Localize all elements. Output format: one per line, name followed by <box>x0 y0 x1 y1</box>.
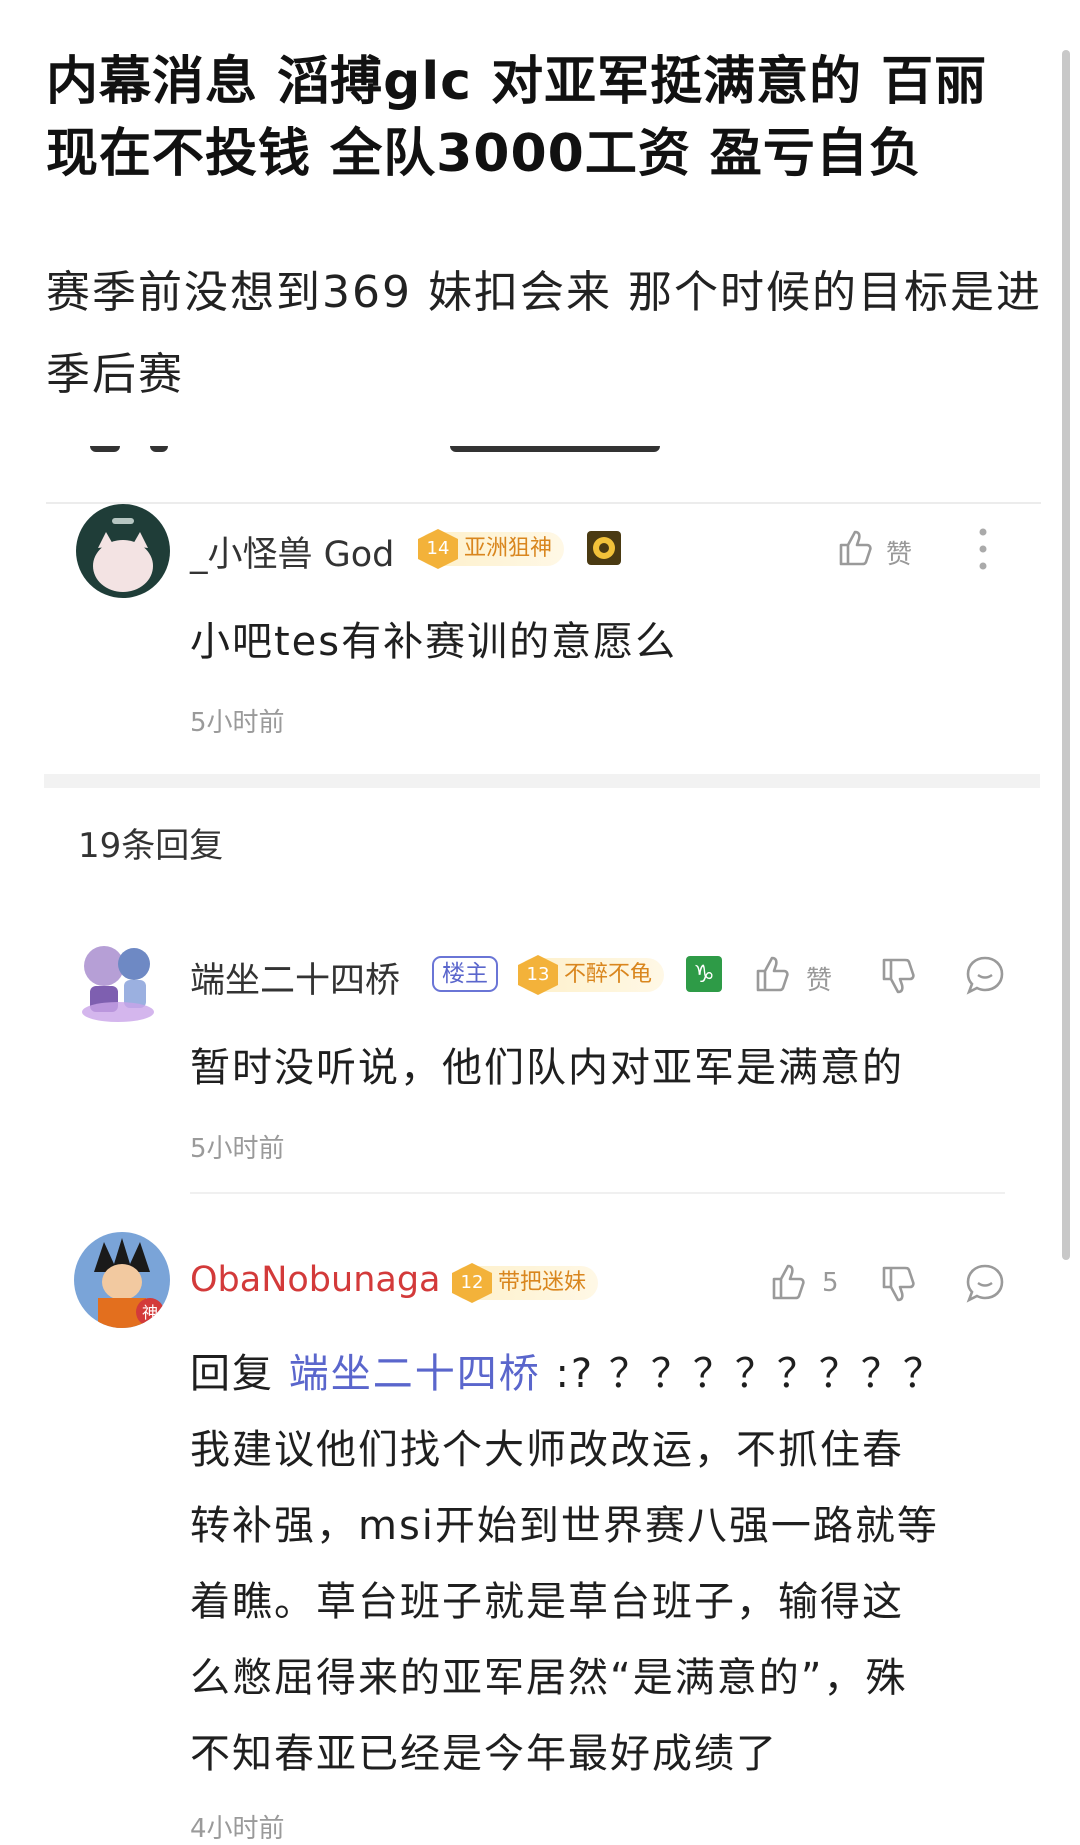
level-number: 13 <box>518 955 558 995</box>
badge-title: 亚洲狙神 <box>464 536 553 561</box>
post-body: 赛季前没想到369 妹扣会来 那个时候的目标是进季后赛 <box>46 267 1042 400</box>
reply-prefix: 回复 <box>190 1351 274 1397</box>
comment-text: 回复 端坐二十四桥 :? ？？？？？？？？ 我建议他们找个大师改改运，不抓住春 … <box>190 1336 1030 1792</box>
timestamp: 4小时前 <box>190 1814 285 1844</box>
medal-icon <box>587 531 621 565</box>
level-badge: 12 带把迷妹 <box>452 1263 599 1303</box>
level-number: 14 <box>418 529 458 569</box>
timestamp: 5小时前 <box>190 1134 285 1164</box>
comment-line: 着瞧。草台班子就是草台班子，输得这 <box>190 1579 904 1625</box>
badge-title: 不醉不龟 <box>564 962 653 987</box>
reply-count: 19条回复 <box>78 826 224 866</box>
avatar[interactable] <box>70 930 166 1026</box>
username[interactable]: 端坐二十四桥 <box>190 952 400 1003</box>
badge-title: 带把迷妹 <box>498 1270 587 1295</box>
avatar[interactable] <box>76 504 170 598</box>
divider <box>46 502 1041 504</box>
comment-text: 小吧tes有补赛训的意愿么 <box>190 619 678 665</box>
username[interactable]: _小怪兽 God <box>190 526 394 577</box>
dislike-icon[interactable] <box>878 1264 918 1304</box>
level-badge: 13 不醉不龟 <box>518 955 665 995</box>
dislike-icon[interactable] <box>878 956 918 996</box>
owner-tag: 楼主 <box>432 956 498 992</box>
more-options-icon[interactable] <box>975 526 991 572</box>
like-label[interactable]: 赞 <box>806 960 832 997</box>
comment-line: 我建议他们找个大师改改运，不抓住春 <box>190 1427 904 1473</box>
reply-rest: :? ？？？？？？？？ <box>555 1351 945 1397</box>
timestamp: 5小时前 <box>190 708 285 738</box>
like-count[interactable]: 5 <box>822 1268 839 1298</box>
comment-text: 暂时没听说，他们队内对亚军是满意的 <box>190 1045 904 1091</box>
section-divider <box>44 774 1040 788</box>
comment-line: 不知春亚已经是今年最好成绩了 <box>190 1731 778 1777</box>
reply-first-line: 回复 端坐二十四桥 :? ？？？？？？？？ <box>190 1336 1030 1412</box>
comment-icon[interactable] <box>964 954 1006 996</box>
level-badge: 14 亚洲狙神 <box>418 529 565 569</box>
avatar[interactable]: 神 <box>74 1232 170 1328</box>
cropped-text-fragment <box>90 446 660 464</box>
username[interactable]: ObaNobunaga <box>190 1260 441 1300</box>
post-title: 内幕消息 滔搏glc 对亚军挺满意的 百丽现在不投钱 全队3000工资 盈亏自负 <box>46 52 988 184</box>
like-icon[interactable] <box>752 954 792 994</box>
scrollbar[interactable] <box>1062 50 1070 1260</box>
like-icon[interactable] <box>768 1262 808 1302</box>
svg-text:神: 神 <box>142 1303 158 1322</box>
comment-line: 转补强，msi开始到世界赛八强一路就等 <box>190 1503 939 1549</box>
mention-link[interactable]: 端坐二十四桥 <box>289 1351 541 1397</box>
level-number: 12 <box>452 1263 492 1303</box>
like-icon[interactable] <box>835 528 875 568</box>
comment-line: 么憋屈得来的亚军居然“是满意的”，殊 <box>190 1655 908 1701</box>
zodiac-icon: ♑ <box>686 956 722 992</box>
divider <box>190 1192 1005 1194</box>
like-label[interactable]: 赞 <box>886 534 912 571</box>
comment-icon[interactable] <box>964 1262 1006 1304</box>
